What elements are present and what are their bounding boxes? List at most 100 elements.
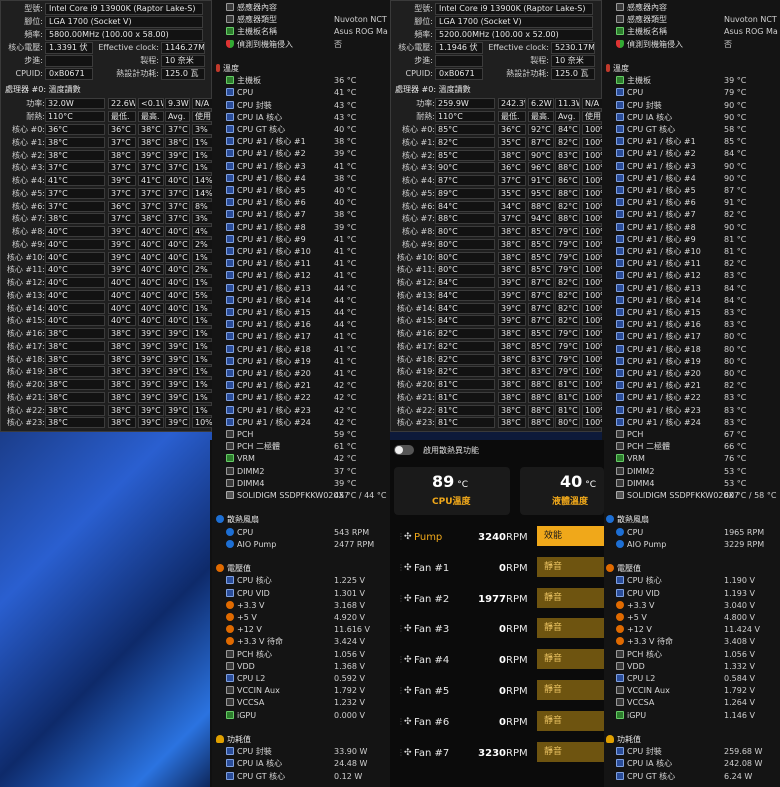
field-label: 製程: — [140, 56, 159, 65]
sensor-value: 66 °C — [724, 442, 747, 452]
core-temp-cell: 40°C — [138, 251, 164, 263]
sensor-name: iGPU — [616, 710, 646, 722]
sensor-row: CPU #1 / 核心 #20 80 °C — [602, 368, 780, 380]
sensor-label: CPU #1 / 核心 #21 — [237, 381, 311, 391]
field-label: CPUID: — [15, 69, 43, 78]
row-label: 核心 #14: — [396, 303, 435, 313]
fan-mode-button[interactable]: 靜音 — [537, 556, 604, 577]
sensor-name: 功耗值 — [216, 734, 251, 746]
row-label: 核心 #9: — [11, 239, 45, 249]
sensor-label: 散熱風扇 — [227, 515, 259, 525]
core-temp-cell: 37°C — [45, 187, 105, 199]
fan-row: ⋮⋮ ✣ Fan #2 1977 RPM 靜音 — [390, 584, 604, 615]
fan-mode-button[interactable]: 靜音 — [537, 710, 604, 731]
cpu-icon — [616, 356, 624, 365]
field-label: 熱設計功耗: — [116, 69, 159, 78]
core-temp-cell: 40°C — [45, 302, 105, 314]
core-temp-cell: 82°C — [555, 277, 580, 288]
fan-mode-button[interactable]: 靜音 — [537, 649, 604, 670]
fan-rpm-unit: RPM — [506, 624, 528, 636]
core-temp-cell: 87°C — [435, 175, 495, 186]
sensor-value: 1.332 V — [724, 661, 755, 671]
sensor-name: CPU #1 / 核心 #12 — [226, 270, 311, 282]
sensor-row: PCH 二極體 66 °C — [602, 441, 780, 453]
core-temp-cell: 79°C — [555, 340, 580, 352]
fan-rpm-unit: RPM — [506, 532, 528, 543]
cpu-icon — [226, 576, 234, 585]
sensor-name: CPU IA 核心 — [226, 758, 282, 770]
fan-mode-button[interactable]: 靜音 — [537, 587, 604, 608]
cpu-icon — [616, 369, 624, 377]
core-temp-cell: 40°C — [165, 277, 190, 288]
sensor-label: CPU 核心 — [627, 576, 662, 586]
sensor-name: PCH 二極體 — [226, 441, 280, 453]
sensor-value: 3.408 V — [724, 637, 755, 647]
cpu-icon — [226, 405, 234, 414]
sensor-label: CPU #1 / 核心 #17 — [237, 332, 311, 342]
sensor-row: SOLIDIGM SSDPFKKW020X7 45 °C / 44 °C — [212, 490, 390, 502]
sensor-name: 散熱風扇 — [606, 514, 649, 526]
core-temp-cell: 38°C — [498, 328, 526, 339]
core-temp-cell: 84°C — [435, 277, 495, 288]
sensor-label: 電壓值 — [227, 564, 251, 574]
chip-icon — [226, 15, 234, 24]
sensor-row: DIMM4 39 °C — [212, 478, 390, 490]
core-temp-cell: 40°C — [45, 264, 105, 276]
core-temp-cell: 38°C — [45, 213, 105, 225]
fan-toggle-switch[interactable] — [394, 445, 414, 455]
sensor-value: 1.792 V — [334, 686, 365, 696]
sensor-row: CPU IA 核心 43 °C — [212, 112, 390, 124]
sensor-label: 功耗值 — [617, 735, 641, 744]
sensor-name: CPU GT 核心 — [226, 771, 285, 783]
sensor-value: 38 °C — [334, 137, 357, 147]
cpu-icon — [226, 417, 234, 426]
cpu-icon — [226, 344, 234, 353]
sensor-value: 90 °C — [724, 222, 747, 232]
cpu-icon — [226, 247, 234, 255]
sensor-label: iGPU — [627, 710, 647, 720]
volt-icon — [616, 613, 624, 621]
row-label: 核心 #18: — [396, 354, 435, 364]
fan-mode-button[interactable]: 效能 — [537, 526, 604, 546]
fan-name: Pump — [414, 532, 443, 543]
cpu-icon — [616, 210, 624, 219]
sensor-name: CPU #1 / 核心 #5 — [226, 185, 306, 197]
fan-icon: ✣ — [404, 747, 412, 758]
fan-icon — [616, 527, 624, 536]
sensor-label: 主機板名稱 — [237, 27, 277, 37]
fan-mode-button[interactable]: 靜音 — [537, 741, 604, 762]
sensor-label: CPU #1 / 核心 #7 — [237, 210, 306, 220]
fan-mode-button[interactable]: 靜音 — [537, 618, 604, 639]
sensor-value: 83 °C — [724, 320, 747, 330]
sensor-row: CPU #1 / 核心 #8 39 °C — [212, 222, 390, 234]
sensor-value: 259.68 W — [724, 747, 763, 757]
sensor-row: CPU #1 / 核心 #3 41 °C — [212, 161, 390, 173]
power-cell: 259.9W — [435, 98, 495, 109]
sensor-label: CPU GT 核心 — [627, 125, 676, 134]
fan-mode-button[interactable]: 靜音 — [537, 680, 604, 700]
core-temp-cell: 79°C — [555, 238, 580, 250]
sensor-name: CPU #1 / 核心 #16 — [616, 319, 701, 331]
sensor-name: CPU 封裝 — [226, 100, 272, 112]
sensor-label: CPU GT 核心 — [627, 771, 676, 781]
core-temp-cell: 39°C — [165, 379, 190, 390]
sensor-value: 81 °C — [724, 234, 747, 244]
sensor-value: 41 °C — [334, 369, 357, 378]
core-temp-cell: 38°C — [498, 251, 526, 263]
row-label: 核心 #23: — [6, 418, 45, 428]
sensor-value: 41 °C — [334, 344, 357, 354]
sensor-row: +3.3 V 待命 3.408 V — [602, 636, 780, 648]
row-label: 功率: — [416, 99, 435, 108]
sensor-row: CPU #1 / 核心 #10 81 °C — [602, 246, 780, 258]
sensor-name: CPU #1 / 核心 #9 — [616, 234, 696, 246]
sensor-value: 44 °C — [334, 295, 357, 305]
core-temp-cell: 34°C — [498, 200, 526, 212]
row-label: 核心 #18: — [6, 354, 45, 364]
sensor-row: CPU #1 / 核心 #18 41 °C — [212, 344, 390, 356]
sensor-name: CPU #1 / 核心 #17 — [616, 331, 701, 343]
tj-cell: 最低. — [108, 111, 136, 122]
sensor-label: CPU #1 / 核心 #12 — [627, 271, 701, 281]
core-temp-cell: 81°C — [435, 404, 495, 416]
sensor-row: DIMM2 53 °C — [602, 466, 780, 478]
sensor-name: CPU #1 / 核心 #19 — [226, 356, 311, 368]
